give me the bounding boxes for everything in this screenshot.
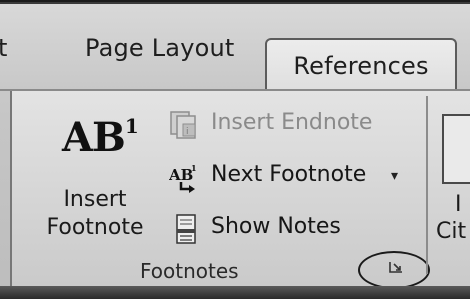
ribbon-tab-row: t Page Layout References <box>0 4 470 92</box>
tab-page-layout[interactable]: Page Layout <box>85 34 235 62</box>
group-separator <box>426 96 428 274</box>
svg-text:AB: AB <box>169 166 193 184</box>
svg-text:1: 1 <box>191 163 197 173</box>
next-footnote-icon: AB 1 <box>169 163 197 193</box>
insert-endnote-label: Insert Endnote <box>211 110 373 135</box>
tab-references[interactable]: References <box>265 38 457 92</box>
citations-button-label-partial: I <box>455 192 462 217</box>
chevron-down-icon[interactable]: ▾ <box>391 168 398 184</box>
citations-label-partial: Cit <box>436 219 467 244</box>
insert-endnote-button[interactable]: i Insert Endnote <box>163 108 403 144</box>
svg-text:i: i <box>186 127 189 137</box>
window-bottom-edge <box>0 286 470 299</box>
insert-footnote-label: Insert Footnote <box>46 187 144 240</box>
tab-insert-partial[interactable]: t <box>0 34 8 62</box>
next-footnote-label: Next Footnote <box>211 162 367 187</box>
insert-footnote-button[interactable]: AB1 Insert Footnote <box>32 96 158 248</box>
next-footnote-button[interactable]: AB 1 Next Footnote ▾ <box>163 160 423 196</box>
word-window: t Page Layout References AB1 Insert Foot… <box>0 2 470 299</box>
citation-icon[interactable] <box>442 114 470 184</box>
footnotes-group-label: Footnotes <box>140 259 239 283</box>
endnote-pages-icon: i <box>170 111 196 139</box>
show-notes-button[interactable]: Show Notes <box>163 212 403 248</box>
show-notes-label: Show Notes <box>211 214 341 239</box>
insert-footnote-icon: AB1 <box>62 113 139 161</box>
show-notes-icon <box>176 214 196 244</box>
launcher-highlight-circle <box>358 251 430 289</box>
